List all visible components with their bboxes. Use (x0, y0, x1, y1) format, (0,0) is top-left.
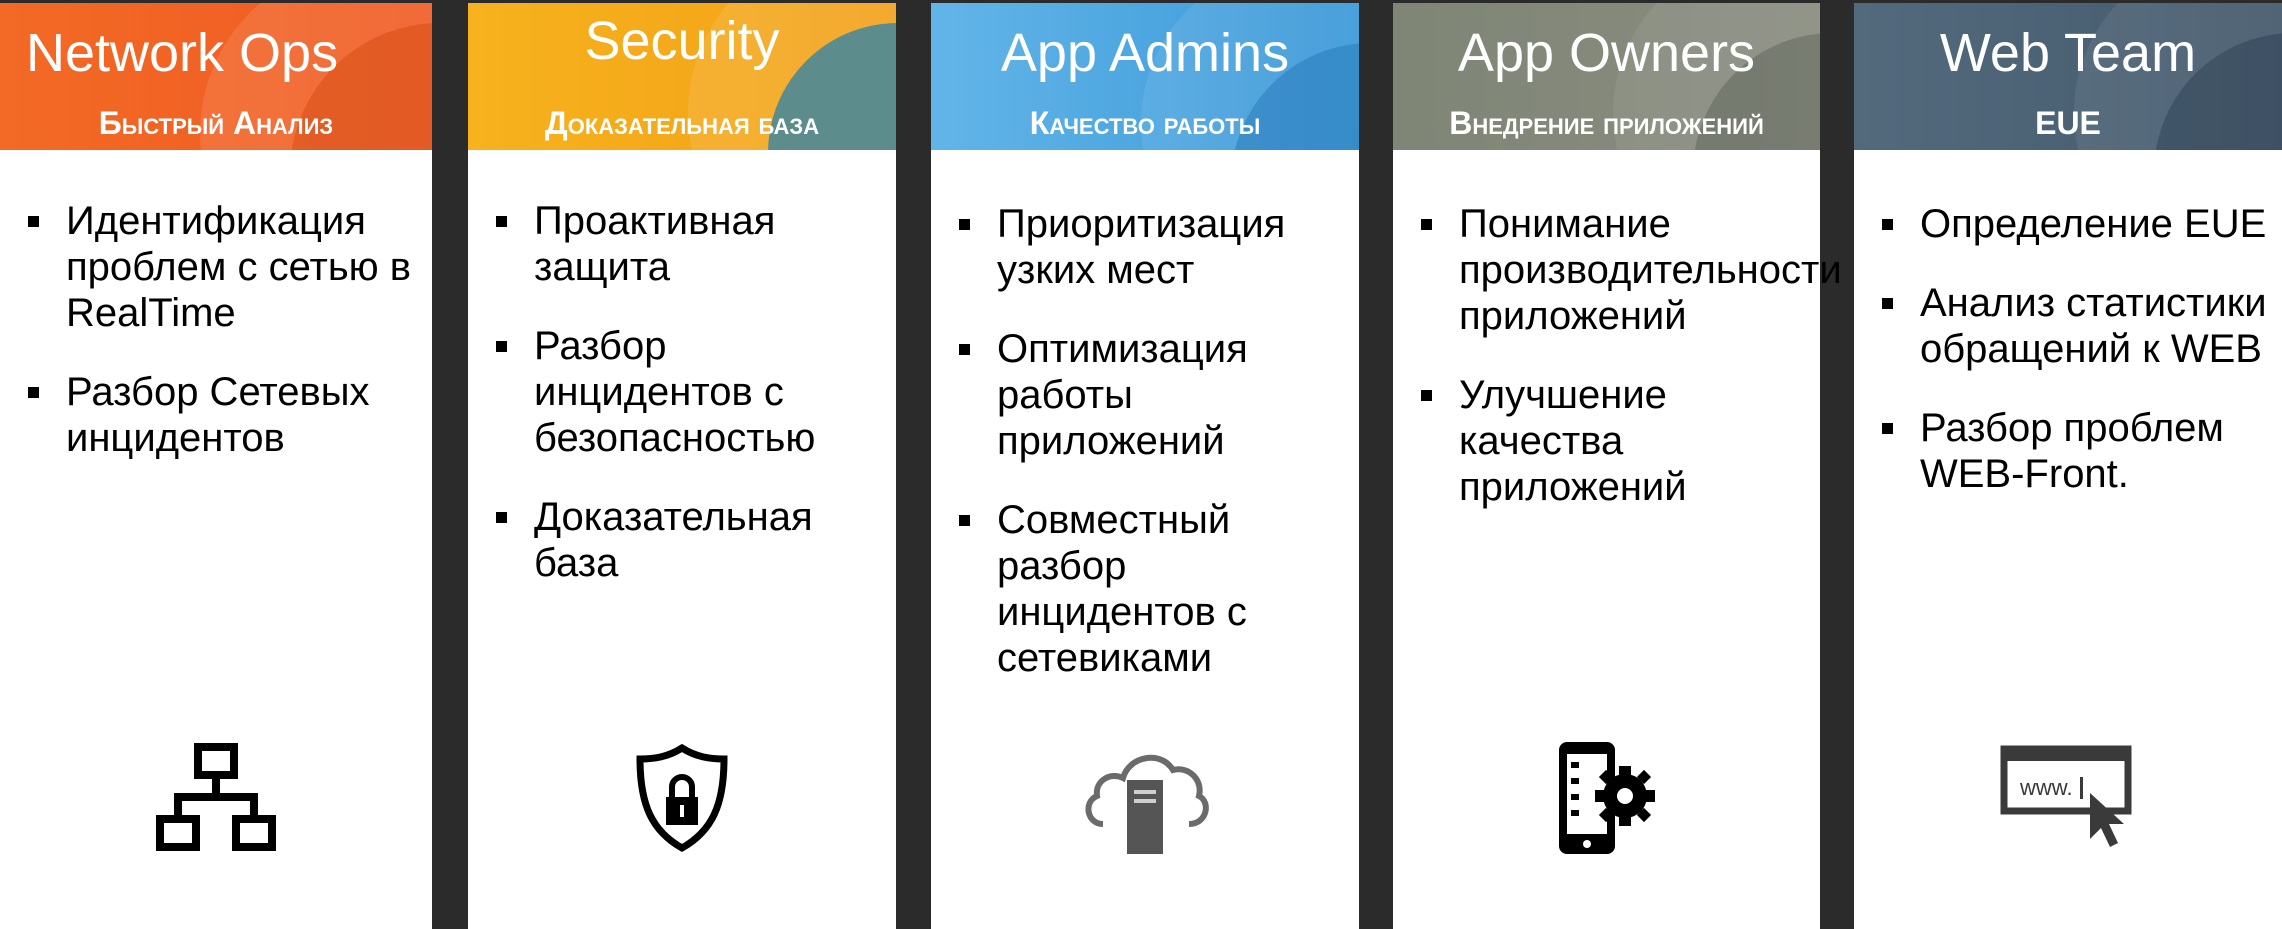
cloud-server-icon (931, 733, 1359, 863)
column-network-ops: Network Ops Быстрый Анализ Идентификация… (0, 3, 432, 929)
column-security: Security Доказательная база Проактивная … (468, 3, 896, 929)
bullet-item: Разбор Сетевых инцидентов (0, 369, 432, 461)
column-subtitle: Быстрый Анализ (98, 105, 334, 141)
bullet-item: Разбор инцидентов с безопасностью (468, 323, 896, 461)
column-subtitle: Качество работы (1029, 105, 1261, 141)
bullet-list: Идентификация проблем с сетью в RealTime… (0, 198, 432, 494)
column-title: App Owners (1457, 23, 1756, 83)
network-topology-icon (0, 733, 432, 863)
column-header: Web Team EUE (1854, 3, 2282, 150)
bullet-item: Идентификация проблем с сетью в RealTime (0, 198, 432, 336)
web-browser-cursor-icon: www. (1854, 733, 2282, 863)
bullet-item: Проактивная защита (468, 198, 896, 290)
bullet-item: Улучшение качества приложений (1393, 372, 1820, 510)
column-subtitle: EUE (2035, 105, 2101, 141)
column-title: Security (584, 11, 780, 71)
bullet-item: Оптимизация работы приложений (931, 326, 1359, 464)
column-subtitle: Доказательная база (544, 105, 820, 141)
column-subtitle: Внедрение приложений (1449, 105, 1764, 141)
bullet-list: Определение EUE Анализ статистики обраще… (1854, 201, 2282, 530)
shield-lock-icon (468, 733, 896, 863)
bullet-item: Разбор проблем WEB-Front. (1854, 405, 2282, 497)
bullet-list: Проактивная защита Разбор инцидентов с б… (468, 198, 896, 619)
column-header: Network Ops Быстрый Анализ (0, 3, 432, 150)
bullet-item: Совместный разбор инцидентов с сетевикам… (931, 497, 1359, 681)
mobile-settings-icon (1393, 733, 1820, 863)
bullet-list: Понимание производительности приложений … (1393, 201, 1842, 543)
bullet-item: Понимание производительности приложений (1393, 201, 1842, 339)
column-app-owners: App Owners Внедрение приложений Понимани… (1393, 3, 1842, 929)
bullet-item: Анализ статистики обращений к WEB (1854, 280, 2282, 372)
column-title: Web Team (1939, 23, 2197, 83)
column-header: App Owners Внедрение приложений (1393, 3, 1820, 150)
column-title: Network Ops (26, 23, 339, 83)
column-web-team: Web Team EUE Определение EUE Анализ стат… (1854, 3, 2282, 929)
bullet-list: Приоритизация узких мест Оптимизация раб… (931, 201, 1359, 714)
column-header: Security Доказательная база (468, 3, 896, 150)
column-app-admins: App Admins Качество работы Приоритизация… (931, 3, 1359, 929)
bullet-item: Определение EUE (1854, 201, 2282, 247)
web-icon-text: www. (2019, 775, 2073, 800)
column-header: App Admins Качество работы (931, 3, 1359, 150)
column-title: App Admins (1000, 23, 1290, 83)
bullet-item: Доказательная база (468, 494, 896, 586)
bullet-item: Приоритизация узких мест (931, 201, 1359, 293)
